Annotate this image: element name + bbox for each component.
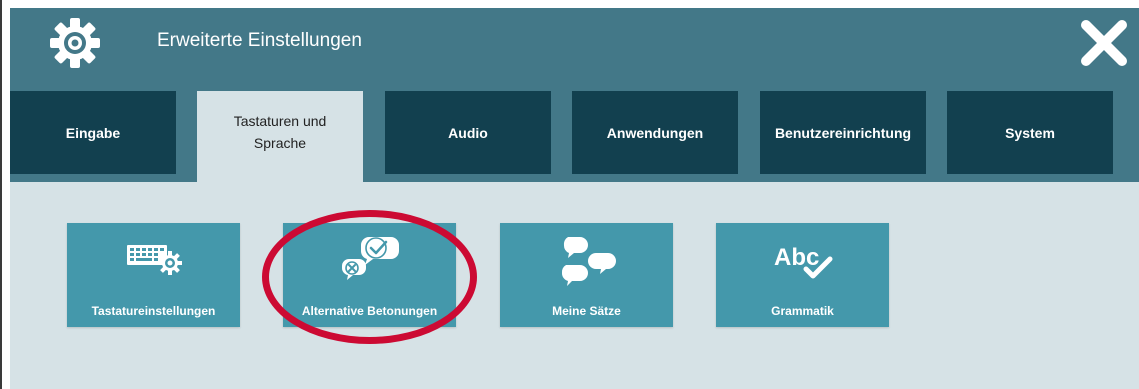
tab-system[interactable]: System	[947, 91, 1113, 174]
abc-check-icon: Abc	[774, 244, 832, 279]
tile-label: Meine Sätze	[552, 304, 621, 318]
tab-label: Tastaturen und Sprache	[233, 112, 327, 151]
tab-benutzereinrichtung[interactable]: Benutzereinrichtung	[760, 91, 926, 174]
tile-label: Grammatik	[771, 304, 834, 318]
tab-audio[interactable]: Audio	[385, 91, 551, 174]
tab-anwendungen[interactable]: Anwendungen	[572, 91, 738, 174]
close-icon[interactable]	[1079, 18, 1129, 68]
keyboard-gear-icon	[126, 245, 182, 275]
tab-label: Eingabe	[65, 124, 121, 141]
tile-alternative-betonungen[interactable]: Alternative Betonungen	[283, 223, 456, 327]
svg-text:Abc: Abc	[774, 244, 819, 271]
speech-bubbles-icon	[561, 237, 616, 286]
gear-icon	[50, 18, 100, 68]
tile-grammatik[interactable]: Abc Grammatik	[716, 223, 889, 327]
window-edge	[0, 0, 2, 389]
tile-meine-saetze[interactable]: Meine Sätze	[500, 223, 673, 327]
tab-label: Anwendungen	[606, 124, 704, 141]
tab-label: Audio	[448, 124, 488, 141]
title-bar: Erweiterte Einstellungen Eingabe Tastatu…	[10, 8, 1139, 182]
tab-label: Benutzereinrichtung	[774, 124, 912, 141]
tab-bar: Eingabe Tastaturen und Sprache Audio Anw…	[10, 91, 1139, 182]
window-title: Erweiterte Einstellungen	[157, 30, 362, 51]
tab-label: System	[1005, 124, 1055, 141]
tab-tastaturen-und-sprache[interactable]: Tastaturen und Sprache	[197, 91, 363, 182]
speech-bubbles-check-cross-icon	[341, 237, 399, 280]
tile-label: Alternative Betonungen	[301, 304, 438, 318]
tile-tastatureinstellungen[interactable]: Tastatureinstellungen	[67, 223, 240, 327]
settings-window: Erweiterte Einstellungen Eingabe Tastatu…	[10, 8, 1139, 389]
tab-eingabe[interactable]: Eingabe	[10, 91, 176, 174]
tile-label: Tastatureinstellungen	[91, 304, 216, 318]
